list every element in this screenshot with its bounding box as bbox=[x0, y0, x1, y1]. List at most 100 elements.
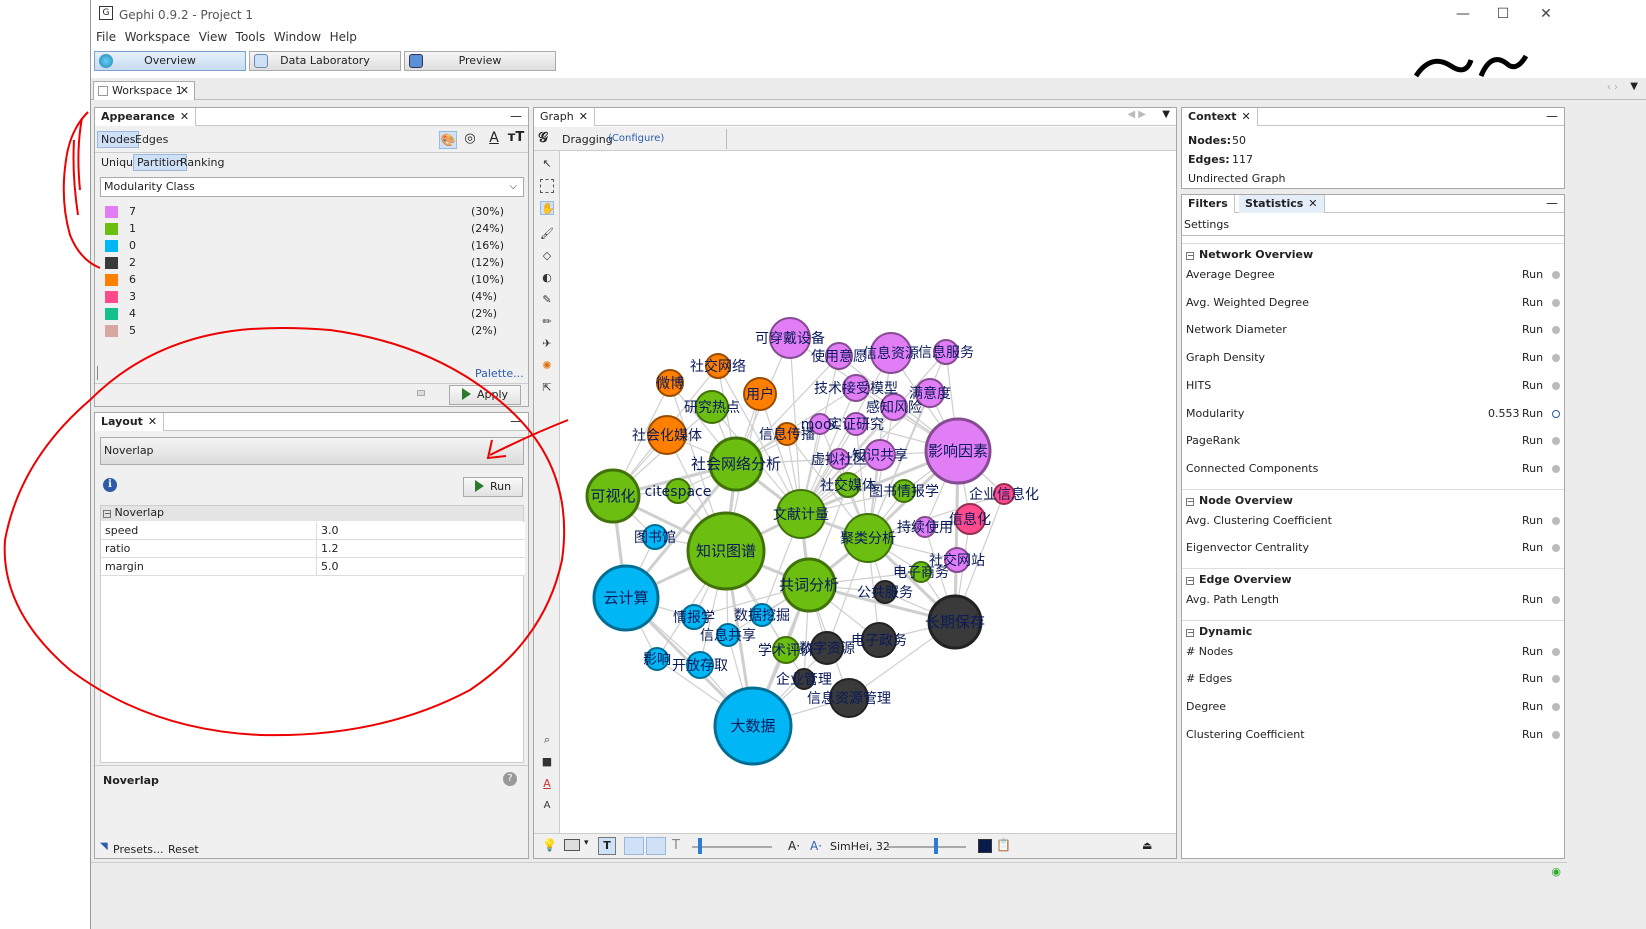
rectangle-select-icon[interactable] bbox=[540, 179, 554, 193]
font-size-down-icon[interactable]: A· bbox=[788, 839, 800, 853]
menu-help[interactable]: Help bbox=[330, 30, 357, 44]
statistics-tab[interactable]: Statistics ✕ bbox=[1239, 195, 1325, 213]
edge-thickness-slider-thumb[interactable] bbox=[698, 838, 702, 854]
screenshot-icon[interactable] bbox=[564, 839, 580, 851]
partition-color-swatch[interactable] bbox=[105, 206, 118, 218]
background-color-icon[interactable]: ■ bbox=[540, 755, 554, 769]
property-value[interactable]: 3.0 bbox=[316, 522, 524, 539]
heat-icon[interactable]: ✺ bbox=[540, 359, 554, 373]
size-icon[interactable]: ◎ bbox=[461, 131, 479, 149]
label-size-icon[interactable]: A bbox=[540, 799, 554, 813]
select-arrow-icon[interactable]: ↖ bbox=[540, 157, 554, 171]
info-icon[interactable]: i bbox=[103, 478, 117, 492]
status-dot-icon[interactable] bbox=[1552, 271, 1560, 279]
label-font-name[interactable]: SimHei, 32 bbox=[830, 840, 890, 853]
status-dot-icon[interactable] bbox=[1552, 464, 1560, 473]
stats-run-button[interactable]: Run bbox=[1522, 645, 1543, 658]
stats-run-button[interactable]: Run bbox=[1522, 672, 1543, 685]
run-layout-button[interactable]: Run bbox=[463, 477, 523, 497]
stats-run-button[interactable]: Run bbox=[1522, 462, 1543, 475]
screenshot-menu-icon[interactable]: ▾ bbox=[584, 838, 589, 848]
settings-button[interactable]: Settings bbox=[1184, 218, 1229, 231]
edges-tab[interactable]: Edges bbox=[131, 131, 172, 148]
partition-color-swatch[interactable] bbox=[105, 257, 118, 269]
edge-pencil-icon[interactable]: ✏ bbox=[540, 315, 554, 329]
minimize-panel-icon[interactable]: — bbox=[1546, 196, 1558, 210]
stats-section-header[interactable]: − Network Overview bbox=[1186, 248, 1313, 261]
drag-hand-icon[interactable]: ✋ bbox=[540, 201, 555, 215]
stats-run-button[interactable]: Run bbox=[1522, 379, 1543, 392]
tab-scroll-arrows-icon[interactable]: ‹ › bbox=[1607, 82, 1618, 93]
property-value[interactable]: 1.2 bbox=[316, 540, 524, 557]
partition-color-swatch[interactable] bbox=[105, 291, 118, 303]
stats-run-button[interactable]: Run bbox=[1522, 434, 1543, 447]
overview-mode-button[interactable]: Overview bbox=[94, 51, 246, 71]
show-labels-icon[interactable]: T bbox=[598, 837, 616, 855]
report-info-icon[interactable] bbox=[1552, 409, 1560, 418]
data-laboratory-mode-button[interactable]: Data Laboratory bbox=[249, 51, 401, 71]
minimize-button[interactable]: — bbox=[1448, 4, 1478, 24]
label-size-icon[interactable]: тT bbox=[507, 130, 525, 148]
property-row-ratio[interactable]: ratio 1.2 bbox=[101, 540, 525, 558]
stats-run-button[interactable]: Run bbox=[1522, 728, 1543, 741]
close-icon[interactable]: ✕ bbox=[148, 415, 157, 428]
collapse-icon[interactable]: − bbox=[1186, 577, 1194, 585]
collapse-icon[interactable]: − bbox=[1186, 497, 1194, 506]
label-size-slider-thumb[interactable] bbox=[934, 838, 938, 854]
apply-button[interactable]: Apply bbox=[449, 385, 521, 405]
status-dot-icon[interactable] bbox=[1552, 354, 1560, 363]
edge-color-icon[interactable] bbox=[646, 837, 666, 855]
property-group-noverlap[interactable]: − Noverlap bbox=[101, 506, 523, 521]
close-icon[interactable]: ✕ bbox=[579, 110, 588, 123]
graph-tab[interactable]: Graph ✕ bbox=[534, 108, 595, 126]
palette-link[interactable]: Palette... bbox=[475, 367, 524, 380]
maximize-button[interactable]: ☐ bbox=[1488, 4, 1518, 24]
stats-run-button[interactable]: Run bbox=[1522, 351, 1543, 364]
close-icon[interactable]: ✕ bbox=[1308, 197, 1317, 210]
status-dot-icon[interactable] bbox=[1552, 516, 1560, 525]
partition-color-swatch[interactable] bbox=[105, 223, 118, 235]
property-row-margin[interactable]: margin 5.0 bbox=[101, 558, 525, 576]
status-dot-icon[interactable] bbox=[1552, 730, 1560, 739]
presets-button[interactable]: Presets... bbox=[113, 843, 164, 856]
clipboard-icon[interactable]: 📋 bbox=[996, 838, 1011, 852]
edge-line-icon[interactable] bbox=[624, 837, 644, 855]
status-dot-icon[interactable] bbox=[1552, 647, 1560, 656]
context-tab[interactable]: Context ✕ bbox=[1182, 108, 1258, 126]
stats-run-button[interactable]: Run bbox=[1522, 514, 1543, 527]
color-palette-icon[interactable]: 🎨 bbox=[439, 131, 457, 149]
stats-run-button[interactable]: Run bbox=[1522, 700, 1543, 713]
stats-run-button[interactable]: Run bbox=[1522, 541, 1543, 554]
lightbulb-icon[interactable]: 💡 bbox=[542, 838, 557, 852]
menu-tools[interactable]: Tools bbox=[236, 30, 266, 44]
close-icon[interactable]: ✕ bbox=[180, 110, 189, 123]
partition-color-swatch[interactable] bbox=[105, 308, 118, 320]
font-color-icon[interactable]: A· bbox=[810, 839, 822, 853]
menu-workspace[interactable]: Workspace bbox=[125, 30, 191, 44]
partition-color-swatch[interactable] bbox=[105, 325, 118, 337]
status-dot-icon[interactable] bbox=[1552, 703, 1560, 712]
partition-color-swatch[interactable] bbox=[105, 240, 118, 252]
filters-tab[interactable]: Filters bbox=[1182, 195, 1235, 213]
minimize-panel-icon[interactable]: — bbox=[1546, 109, 1558, 123]
stats-run-button[interactable]: Run bbox=[1522, 593, 1543, 606]
layout-algorithm-select[interactable]: Noverlap bbox=[100, 437, 524, 465]
label-color-icon[interactable]: A bbox=[485, 130, 503, 148]
status-dot-icon[interactable] bbox=[1552, 381, 1560, 390]
text-format-icon[interactable]: T bbox=[672, 838, 680, 853]
stats-section-header[interactable]: − Edge Overview bbox=[1186, 573, 1292, 586]
palette-painter-icon[interactable]: ◐ bbox=[540, 271, 554, 285]
zoom-icon[interactable]: ⌕ bbox=[540, 733, 554, 747]
tab-nav-arrows-icon[interactable]: ◀ ▶ bbox=[1127, 109, 1146, 120]
minimize-panel-icon[interactable]: — bbox=[510, 414, 522, 428]
help-icon[interactable]: ? bbox=[503, 772, 517, 786]
appearance-tab[interactable]: Appearance ✕ bbox=[95, 108, 197, 126]
menu-file[interactable]: File bbox=[96, 30, 116, 44]
stats-section-header[interactable]: − Node Overview bbox=[1186, 494, 1293, 507]
partition-color-swatch[interactable] bbox=[105, 274, 118, 286]
airplane-icon[interactable]: ✈ bbox=[540, 337, 554, 351]
stats-run-button[interactable]: Run bbox=[1522, 296, 1543, 309]
expand-toolbar-icon[interactable]: ⏏ bbox=[1142, 839, 1152, 852]
tab-menu-icon[interactable]: ▼ bbox=[1630, 81, 1638, 92]
status-dot-icon[interactable] bbox=[1552, 596, 1560, 604]
